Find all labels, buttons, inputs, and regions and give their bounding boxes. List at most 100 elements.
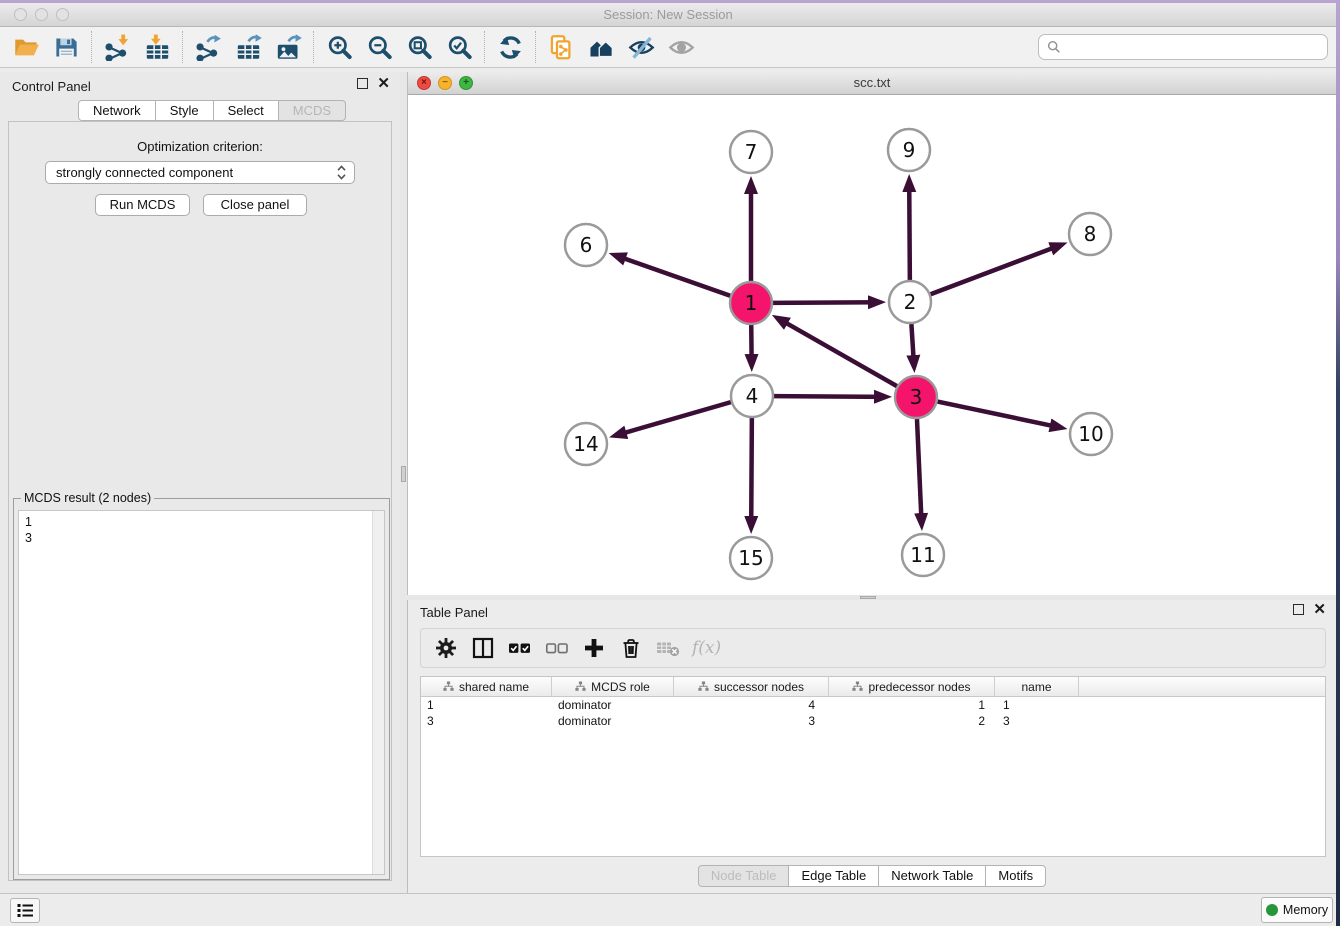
graph-edge-4-15[interactable]: [751, 418, 752, 528]
maximize-window-button[interactable]: [56, 8, 69, 21]
column-header-successor-nodes[interactable]: successor nodes: [674, 677, 829, 696]
graph-edge-3-10[interactable]: [938, 402, 1062, 428]
graph-node-14[interactable]: 14: [565, 423, 607, 465]
refresh-icon: [497, 34, 524, 61]
graph-node-7[interactable]: 7: [730, 131, 772, 173]
import-table-icon: [144, 34, 171, 61]
minimize-window-button[interactable]: [35, 8, 48, 21]
delete-column-button[interactable]: [616, 633, 646, 663]
graph-node-10[interactable]: 10: [1070, 413, 1112, 455]
table-row[interactable]: 3 dominator 3 2 3: [421, 713, 1325, 729]
mcds-result-area[interactable]: 1 3: [18, 510, 385, 875]
apply-layout-button[interactable]: [490, 29, 530, 65]
graph-edge-4-3[interactable]: [774, 396, 886, 397]
tab-network[interactable]: Network: [78, 100, 156, 121]
export-image-button[interactable]: [268, 29, 308, 65]
graph-edge-3-1[interactable]: [777, 318, 897, 386]
node-table[interactable]: shared name MCDS role successor nodes pr…: [420, 676, 1326, 857]
close-window-button[interactable]: [14, 8, 27, 21]
graph-edge-2-3[interactable]: [911, 324, 914, 367]
select-all-columns-button[interactable]: [505, 633, 535, 663]
cell-mcds-role[interactable]: dominator: [552, 713, 674, 729]
tab-style[interactable]: Style: [156, 100, 214, 121]
table-row[interactable]: 1 dominator 4 1 1: [421, 697, 1325, 713]
optimization-criterion-select[interactable]: strongly connected component: [45, 161, 355, 184]
float-panel-icon[interactable]: [1293, 604, 1304, 615]
column-header-predecessor-nodes[interactable]: predecessor nodes: [829, 677, 995, 696]
import-network-button[interactable]: [97, 29, 137, 65]
cell-name[interactable]: 3: [995, 713, 1079, 729]
graph-edge-2-8[interactable]: [931, 245, 1062, 295]
splitter-grip[interactable]: [860, 596, 876, 599]
graph-node-11[interactable]: 11: [902, 534, 944, 576]
network-maximize-button[interactable]: +: [459, 76, 473, 90]
graph-node-8[interactable]: 8: [1069, 213, 1111, 255]
zoom-fit-button[interactable]: [399, 29, 439, 65]
toggle-panel-layout-button[interactable]: [468, 633, 498, 663]
tab-node-table[interactable]: Node Table: [698, 865, 790, 887]
show-all-button[interactable]: [661, 29, 701, 65]
cell-predecessor-nodes[interactable]: 2: [829, 713, 995, 729]
cell-mcds-role[interactable]: dominator: [552, 697, 674, 713]
zoom-in-button[interactable]: [319, 29, 359, 65]
delete-table-button[interactable]: [653, 633, 683, 663]
cell-shared-name[interactable]: 3: [421, 713, 552, 729]
close-panel-icon[interactable]: ✕: [377, 78, 390, 89]
graph-edge-1-2[interactable]: [773, 302, 880, 303]
graph-node-6[interactable]: 6: [565, 224, 607, 266]
import-network-icon: [104, 34, 131, 61]
graph-node-3[interactable]: 3: [895, 376, 937, 418]
clone-network-button[interactable]: [541, 29, 581, 65]
import-table-button[interactable]: [137, 29, 177, 65]
vertical-splitter[interactable]: [400, 72, 407, 893]
result-scrollbar[interactable]: [372, 511, 384, 874]
network-close-button[interactable]: ×: [417, 76, 431, 90]
close-panel-button[interactable]: Close panel: [203, 194, 307, 216]
cell-shared-name[interactable]: 1: [421, 697, 552, 713]
tab-select[interactable]: Select: [214, 100, 279, 121]
float-panel-icon[interactable]: [357, 78, 368, 89]
create-column-button[interactable]: [579, 633, 609, 663]
graph-node-2[interactable]: 2: [889, 281, 931, 323]
splitter-grip[interactable]: [401, 466, 406, 482]
open-session-button[interactable]: [6, 29, 46, 65]
graph-node-9[interactable]: 9: [888, 129, 930, 171]
graph-node-15[interactable]: 15: [730, 537, 772, 579]
search-field[interactable]: [1038, 34, 1328, 60]
graph-edge-3-11[interactable]: [917, 419, 922, 525]
search-input[interactable]: [1067, 40, 1327, 55]
network-canvas[interactable]: 7 9 6 8 1 2 4 3 14 10 15 11: [408, 95, 1336, 595]
column-header-shared-name[interactable]: shared name: [421, 677, 552, 696]
zoom-out-button[interactable]: [359, 29, 399, 65]
cell-predecessor-nodes[interactable]: 1: [829, 697, 995, 713]
zoom-selected-button[interactable]: [439, 29, 479, 65]
graph-node-4[interactable]: 4: [731, 375, 773, 417]
tab-edge-table[interactable]: Edge Table: [789, 865, 879, 887]
graph-node-1[interactable]: 1: [730, 282, 772, 324]
task-history-button[interactable]: [10, 898, 40, 923]
first-neighbors-button[interactable]: [581, 29, 621, 65]
tab-motifs[interactable]: Motifs: [986, 865, 1046, 887]
graph-edge-4-14[interactable]: [615, 402, 731, 436]
unselect-all-columns-button[interactable]: [542, 633, 572, 663]
cell-successor-nodes[interactable]: 3: [674, 713, 829, 729]
network-minimize-button[interactable]: −: [438, 76, 452, 90]
tab-mcds[interactable]: MCDS: [279, 100, 346, 121]
memory-button[interactable]: Memory: [1261, 897, 1333, 923]
save-session-button[interactable]: [46, 29, 86, 65]
function-builder-button[interactable]: f(x): [690, 633, 721, 663]
cell-name[interactable]: 1: [995, 697, 1079, 713]
cell-successor-nodes[interactable]: 4: [674, 697, 829, 713]
hide-selected-button[interactable]: [621, 29, 661, 65]
run-mcds-button[interactable]: Run MCDS: [95, 194, 190, 216]
table-settings-button[interactable]: [431, 633, 461, 663]
column-header-mcds-role[interactable]: MCDS role: [552, 677, 674, 696]
close-panel-icon[interactable]: ✕: [1313, 604, 1326, 615]
column-header-name[interactable]: name: [995, 677, 1079, 696]
network-window-titlebar[interactable]: × − + scc.txt: [408, 72, 1336, 95]
tab-network-table[interactable]: Network Table: [879, 865, 986, 887]
export-network-button[interactable]: [188, 29, 228, 65]
export-table-button[interactable]: [228, 29, 268, 65]
graph-edge-2-9[interactable]: [909, 180, 910, 280]
graph-edge-1-6[interactable]: [614, 255, 730, 296]
